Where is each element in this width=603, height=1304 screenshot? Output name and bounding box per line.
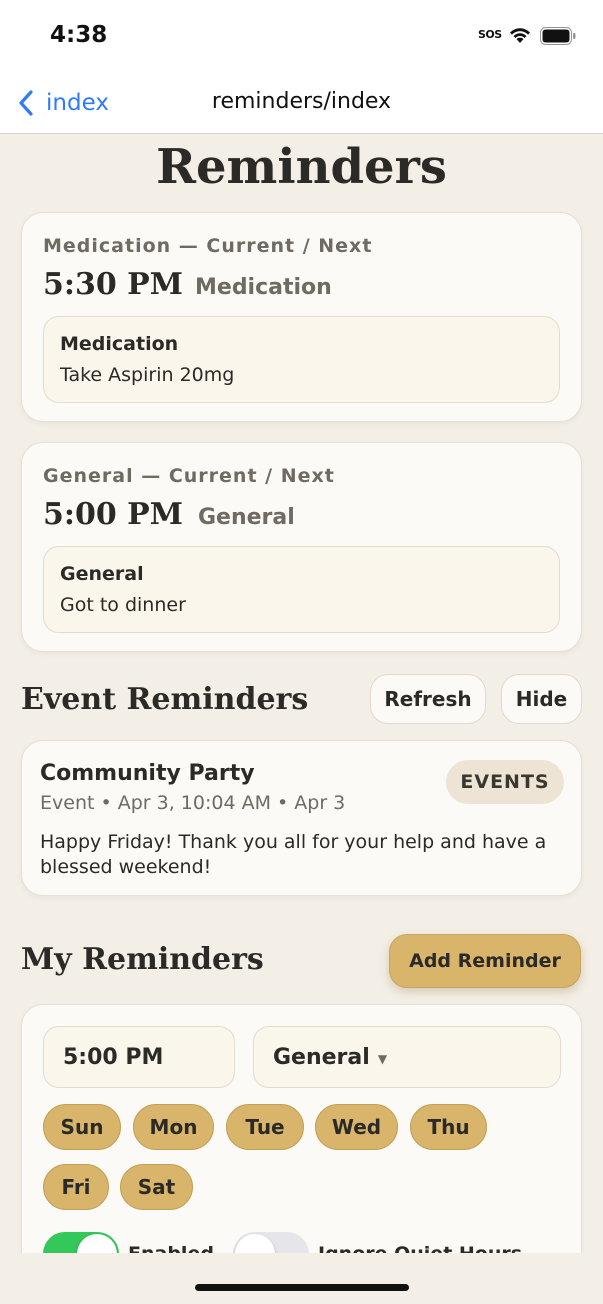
ignore-quiet-hours-toggle[interactable] [233,1232,309,1253]
event-meta: Event • Apr 3, 10:04 AM • Apr 3 [40,792,346,814]
time-value: 5:00 PM [63,1044,164,1070]
ignore-quiet-hours-label: Ignore Quiet Hours [318,1243,522,1253]
event-title: Community Party [40,761,255,786]
day-chip-sat[interactable]: Sat [120,1164,193,1210]
enabled-toggle[interactable] [43,1232,119,1253]
home-indicator [195,1284,409,1291]
reminder-detail-title: Medication [60,333,179,355]
status-time: 4:38 [50,22,108,48]
day-chip-wed[interactable]: Wed [315,1104,398,1150]
time-field[interactable]: 5:00 PM [43,1026,235,1088]
chevron-down-icon: ▼ [377,1051,388,1066]
general-current-card: General — Current / Next 5:00 PM General… [21,442,582,652]
day-chip-mon[interactable]: Mon [133,1104,214,1150]
category-select[interactable]: General ▼ [253,1026,561,1088]
event-reminders-heading: Event Reminders [21,682,309,717]
reminder-detail: General Got to dinner [43,546,560,633]
card-category: General [198,505,295,530]
navigation-bar: index reminders/index [0,72,603,134]
my-reminders-heading: My Reminders [21,942,264,977]
category-value: General [273,1044,370,1070]
hide-button[interactable]: Hide [501,674,582,724]
reminder-detail-text: Take Aspirin 20mg [60,364,235,386]
event-description: Happy Friday! Thank you all for your hel… [40,831,547,878]
card-time: 5:00 PM [43,497,183,532]
card-category: Medication [195,275,332,300]
nav-title: reminders/index [211,89,392,114]
status-bar: 4:38 SOS [0,0,603,72]
card-label: Medication — Current / Next [43,235,373,257]
wifi-icon [510,28,530,43]
battery-icon [540,27,576,45]
reminder-detail-title: General [60,563,144,585]
event-card[interactable]: Community Party Event • Apr 3, 10:04 AM … [21,740,582,896]
day-chip-sun[interactable]: Sun [43,1104,121,1150]
refresh-button[interactable]: Refresh [370,674,486,724]
reminder-detail-text: Got to dinner [60,594,186,616]
reminder-form-card: 5:00 PM General ▼ Sun Mon Tue Wed Thu Fr… [21,1004,582,1253]
day-chip-tue[interactable]: Tue [226,1104,304,1150]
events-badge: EVENTS [446,760,564,804]
add-reminder-button[interactable]: Add Reminder [389,934,581,988]
day-chip-fri[interactable]: Fri [43,1164,109,1210]
reminder-detail: Medication Take Aspirin 20mg [43,316,560,403]
medication-current-card: Medication — Current / Next 5:30 PM Medi… [21,212,582,422]
sos-indicator: SOS [478,28,502,41]
page-title: Reminders [156,139,447,195]
day-chip-thu[interactable]: Thu [410,1104,487,1150]
card-time: 5:30 PM [43,267,183,302]
reminders-scroll-view[interactable]: Reminders Medication — Current / Next 5:… [0,135,603,1253]
enabled-label: Enabled [128,1243,214,1253]
card-label: General — Current / Next [43,465,335,487]
